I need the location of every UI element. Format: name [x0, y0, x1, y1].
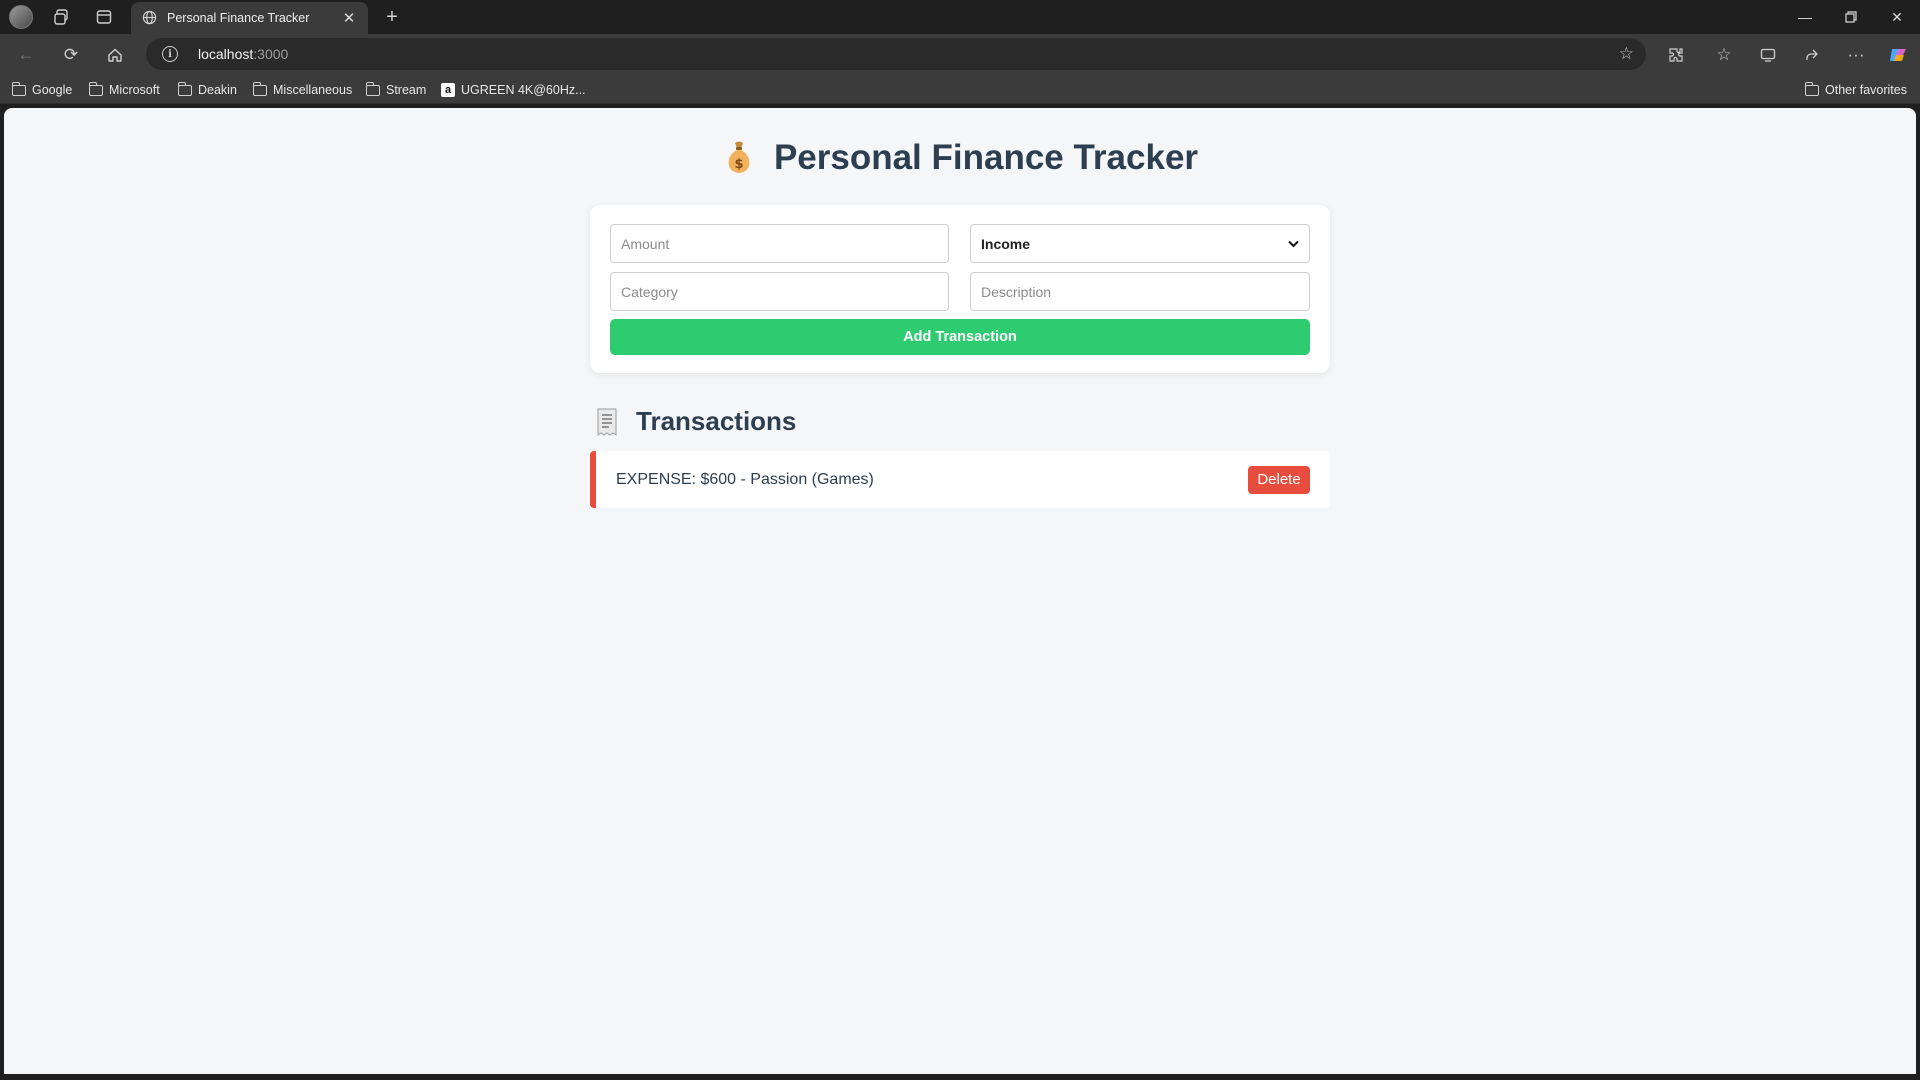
- amazon-icon: a: [441, 83, 455, 97]
- type-select[interactable]: Income: [970, 224, 1310, 263]
- type-select-value: Income: [981, 235, 1031, 252]
- transactions-heading-text: Transactions: [636, 406, 797, 436]
- folder-icon: [252, 81, 267, 96]
- browser-titlebar: Personal Finance Tracker ✕ + — ✕: [0, 0, 1920, 34]
- category-input[interactable]: [610, 272, 949, 311]
- page-viewport: $ Personal Finance Tracker Income Add Tr…: [4, 108, 1916, 1074]
- transaction-text: EXPENSE: $600 - Passion (Games): [616, 470, 874, 488]
- globe-icon: [141, 10, 157, 26]
- minimize-icon[interactable]: —: [1782, 6, 1828, 28]
- tab-title: Personal Finance Tracker: [167, 11, 310, 25]
- browser-toolbar: ← ⟳ i localhost:3000 ☆ ☆ ···: [0, 34, 1920, 74]
- folder-icon: [11, 81, 26, 96]
- back-icon[interactable]: ←: [14, 43, 38, 67]
- transactions-heading: Transactions: [594, 406, 796, 437]
- favorites-icon[interactable]: ☆: [1712, 43, 1736, 67]
- bookmark-other-favorites[interactable]: Other favorites: [1804, 81, 1907, 99]
- screenshot-icon[interactable]: [1756, 43, 1780, 67]
- new-tab-icon[interactable]: +: [381, 6, 403, 28]
- svg-text:$: $: [734, 157, 743, 172]
- chevron-down-icon: [1288, 237, 1299, 251]
- close-window-icon[interactable]: ✕: [1874, 6, 1920, 28]
- bookmark-stream[interactable]: Stream: [365, 81, 426, 99]
- extensions-icon[interactable]: [1664, 43, 1688, 67]
- copilot-icon[interactable]: [1886, 43, 1910, 67]
- home-icon[interactable]: [103, 43, 127, 67]
- transaction-row: EXPENSE: $600 - Passion (Games) Delete: [590, 451, 1330, 508]
- site-info-icon[interactable]: i: [162, 46, 178, 62]
- profile-avatar[interactable]: [9, 5, 33, 29]
- folder-icon: [88, 81, 103, 96]
- description-input[interactable]: [970, 272, 1310, 311]
- bookmarks-bar: Google Microsoft Deakin Miscellaneous St…: [0, 74, 1920, 104]
- add-transaction-button[interactable]: Add Transaction: [610, 319, 1310, 355]
- vertical-tabs-icon[interactable]: [93, 6, 115, 28]
- workspaces-icon[interactable]: [51, 6, 73, 28]
- more-menu-icon[interactable]: ···: [1844, 43, 1868, 67]
- money-bag-icon: $: [728, 141, 750, 173]
- folder-icon: [365, 81, 380, 96]
- bookmark-miscellaneous[interactable]: Miscellaneous: [252, 81, 352, 99]
- bookmark-deakin[interactable]: Deakin: [177, 81, 237, 99]
- folder-icon: [1804, 81, 1819, 96]
- close-tab-icon[interactable]: ✕: [340, 9, 358, 27]
- share-icon[interactable]: [1800, 43, 1824, 67]
- address-bar[interactable]: i localhost:3000 ☆: [146, 38, 1646, 70]
- refresh-icon[interactable]: ⟳: [59, 43, 83, 67]
- bookmark-ugreen[interactable]: a UGREEN 4K@60Hz...: [441, 81, 586, 99]
- favorite-star-icon[interactable]: ☆: [1619, 44, 1634, 64]
- bookmark-microsoft[interactable]: Microsoft: [88, 81, 160, 99]
- tab-active[interactable]: Personal Finance Tracker ✕: [131, 2, 368, 34]
- delete-button[interactable]: Delete: [1248, 465, 1310, 494]
- amount-input[interactable]: [610, 224, 949, 263]
- restore-icon[interactable]: [1828, 6, 1874, 28]
- receipt-icon: [597, 408, 617, 436]
- folder-icon: [177, 81, 192, 96]
- address-url: localhost:3000: [198, 46, 289, 62]
- page-title: $ Personal Finance Tracker: [4, 138, 1916, 178]
- page-title-text: Personal Finance Tracker: [773, 138, 1199, 177]
- transaction-form: Income Add Transaction: [590, 205, 1330, 373]
- bookmark-google[interactable]: Google: [11, 81, 72, 99]
